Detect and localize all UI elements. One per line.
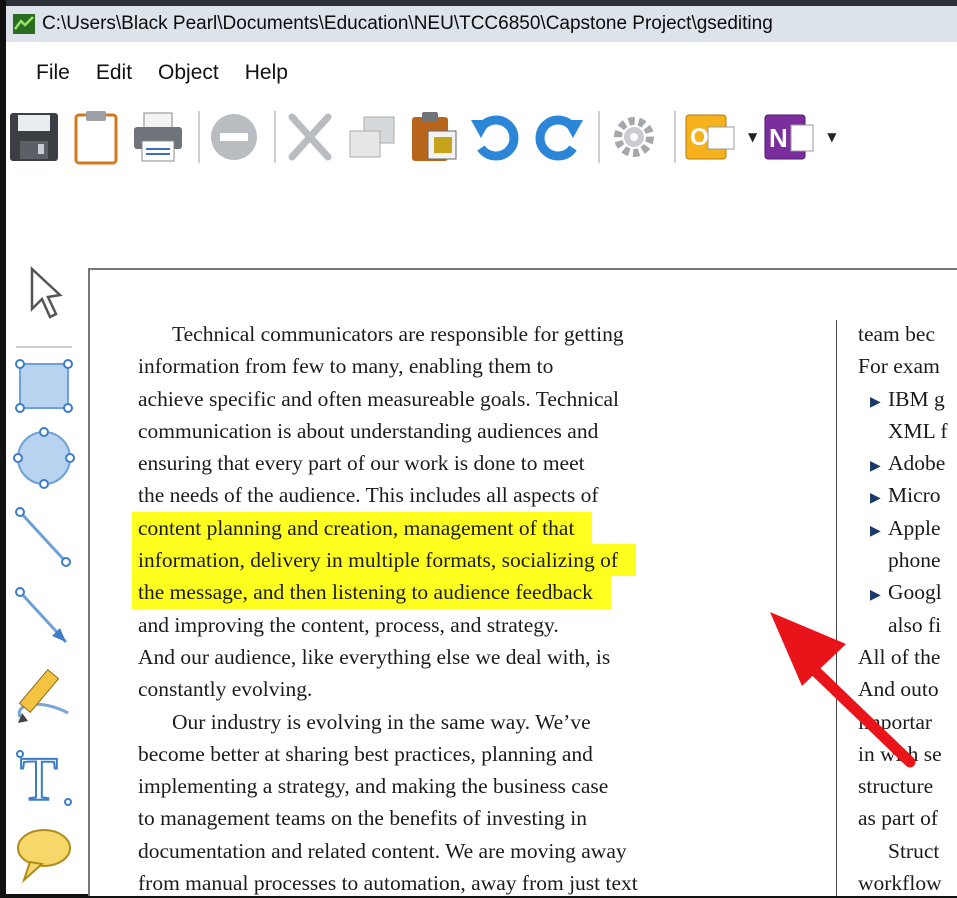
window-title: C:\Users\Black Pearl\Documents\Education… — [42, 13, 773, 34]
menu-bar: File Edit Object Help — [6, 46, 957, 100]
pencil-icon — [17, 668, 69, 723]
highlighted-text-line: information, delivery in multiple format… — [132, 544, 637, 577]
redo-button[interactable] — [530, 109, 586, 165]
text-line: Our industry is evolving in the same way… — [172, 709, 591, 734]
text-line: And our audience, like everything else w… — [138, 644, 611, 669]
toolbar-separator — [198, 111, 200, 163]
menu-edit[interactable]: Edit — [96, 61, 132, 85]
text-line: information from few to many, enabling t… — [138, 354, 554, 379]
document-canvas[interactable]: Technical communicators are responsible … — [88, 268, 957, 896]
text-line: Adobe — [888, 451, 946, 476]
text-tool-button[interactable]: T — [10, 746, 78, 810]
pencil-tool-button[interactable] — [10, 664, 78, 728]
clipboard-icon — [74, 111, 118, 165]
select-arrow-icon — [30, 266, 63, 319]
delete-button[interactable] — [206, 109, 262, 165]
toolbar-separator — [674, 111, 676, 163]
menu-file[interactable]: File — [36, 61, 70, 85]
settings-icon — [614, 117, 654, 157]
outlook-letter: O — [690, 124, 709, 151]
app-icon — [13, 14, 35, 34]
copy-button[interactable] — [344, 109, 400, 165]
onenote-icon: N — [764, 114, 814, 160]
redo-icon — [535, 115, 583, 161]
text-line: IBM g — [888, 386, 945, 411]
text-line: Struct — [888, 838, 940, 863]
menu-object[interactable]: Object — [158, 61, 219, 85]
delete-icon — [211, 114, 257, 160]
text-line: For exam — [858, 354, 940, 379]
onenote-dropdown-icon[interactable]: ▼ — [827, 130, 836, 144]
text-line: phone — [888, 548, 941, 573]
text-tool-letter: T — [20, 748, 58, 808]
callout-icon — [17, 829, 71, 884]
text-line: Apple — [888, 515, 941, 540]
text-line: constantly evolving. — [138, 677, 313, 702]
toolbar: O ▼ N ▼ — [6, 100, 957, 174]
text-line: ensuring that every part of our work is … — [138, 451, 585, 476]
text-line: structure — [858, 774, 934, 799]
save-button[interactable] — [6, 109, 62, 165]
text-line: team bec — [858, 322, 935, 346]
undo-icon — [471, 115, 519, 161]
outlook-button[interactable]: O — [682, 109, 738, 165]
onenote-letter: N — [769, 123, 788, 153]
text-line: XML f — [888, 418, 948, 443]
callout-tool-button[interactable] — [10, 822, 78, 886]
text-line: the needs of the audience. This includes… — [138, 483, 599, 508]
tool-separator — [16, 346, 72, 348]
toolbar-separator — [274, 111, 276, 163]
cut-button[interactable] — [282, 109, 338, 165]
text-line: Technical communicators are responsible … — [172, 322, 624, 346]
rectangle-icon — [15, 359, 73, 413]
menu-help[interactable]: Help — [245, 61, 288, 85]
outlook-dropdown-icon[interactable]: ▼ — [748, 130, 757, 144]
text-line: workflow — [858, 871, 942, 896]
text-line: Micro — [888, 483, 941, 508]
rectangle-tool-button[interactable] — [10, 354, 78, 418]
settings-button[interactable] — [606, 109, 662, 165]
paste-button[interactable] — [406, 109, 462, 165]
text-line: achieve specific and often measureable g… — [138, 386, 620, 411]
annotation-arrow[interactable] — [760, 600, 920, 770]
line-icon — [15, 507, 71, 567]
onenote-button[interactable]: N — [761, 109, 817, 165]
print-button[interactable] — [130, 109, 186, 165]
cut-icon — [288, 113, 332, 161]
outlook-icon: O — [685, 114, 735, 160]
select-tool-button[interactable] — [10, 262, 78, 326]
text-line: become better at sharing best practices,… — [138, 741, 593, 766]
undo-button[interactable] — [468, 109, 524, 165]
tool-palette: T — [6, 262, 82, 894]
ellipse-tool-button[interactable] — [10, 426, 78, 490]
arrow-line-icon — [15, 587, 68, 644]
arrow-line-tool-button[interactable] — [10, 586, 78, 650]
title-bar: C:\Users\Black Pearl\Documents\Education… — [6, 0, 957, 42]
highlighted-text-line: the message, and then listening to audie… — [132, 576, 611, 609]
text-line: communication is about understanding aud… — [138, 418, 599, 443]
text-line: implementing a strategy, and making the … — [138, 774, 609, 799]
text-line: and improving the content, process, and … — [138, 612, 559, 637]
bullet-icon: ▶ — [870, 491, 881, 507]
ellipse-icon — [13, 427, 75, 489]
bullet-icon: ▶ — [870, 394, 881, 410]
line-tool-button[interactable] — [10, 506, 78, 570]
text-line: as part of — [858, 806, 938, 831]
copy-icon — [349, 116, 395, 158]
paste-icon — [412, 112, 457, 161]
text-column-left: Technical communicators are responsible … — [132, 318, 788, 896]
bullet-icon: ▶ — [870, 523, 881, 539]
text-line: to management teams on the benefits of i… — [138, 806, 588, 831]
save-icon — [10, 113, 58, 161]
text-icon: T — [16, 748, 72, 808]
text-line: documentation and related content. We ar… — [138, 838, 627, 863]
print-icon — [134, 112, 182, 162]
clipboard-button[interactable] — [68, 109, 124, 165]
text-line: from manual processes to automation, awa… — [138, 871, 638, 896]
highlighted-text-line: content planning and creation, managemen… — [132, 511, 593, 545]
toolbar-separator — [598, 111, 600, 163]
